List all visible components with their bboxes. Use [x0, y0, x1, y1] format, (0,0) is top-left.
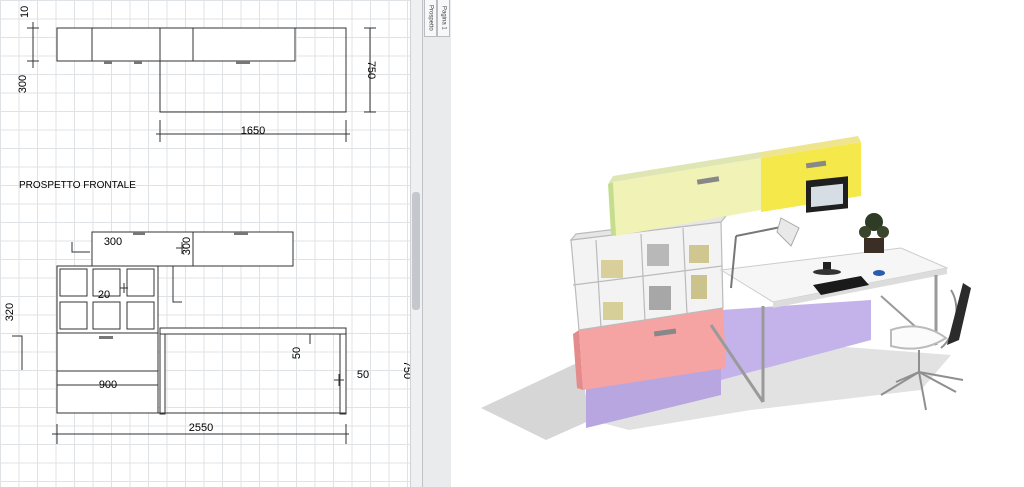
drawing-canvas[interactable]: 10 300 750 1650 PROSPETTO FRONTALE 300 3… — [0, 0, 410, 487]
desk-lamp — [730, 235, 737, 289]
dim-leg-offset: 50 — [357, 369, 369, 381]
desk-top-front — [159, 327, 347, 335]
dim-top-left: 300 — [17, 75, 29, 93]
dim-drawer-width: 900 — [99, 379, 117, 391]
floor-shadow — [481, 362, 591, 440]
dim-top-depth: 10 — [19, 6, 31, 18]
tab-prospetto[interactable]: Prospetto — [424, 0, 437, 37]
scrollbar-thumb[interactable] — [412, 192, 420, 310]
drawer-unit-front — [56, 332, 159, 414]
dim-total-height: 750 — [401, 361, 410, 379]
dim-total-width: 2550 — [189, 422, 213, 434]
dim-shelf-height: 300 — [181, 237, 193, 255]
wall-unit-outline — [56, 27, 296, 62]
dim-gap: 20 — [98, 289, 110, 301]
render-viewport[interactable] — [451, 0, 1024, 487]
section-label: PROSPETTO FRONTALE — [19, 180, 136, 191]
technical-drawing: 10 300 750 1650 PROSPETTO FRONTALE 300 3… — [4, 6, 410, 444]
top-view — [56, 27, 347, 113]
furniture-render — [481, 136, 971, 440]
dim-top-width: 1650 — [241, 125, 265, 137]
pane-divider[interactable]: Prospetto Pagina 1 — [422, 0, 452, 487]
dim-desk-thickness: 50 — [291, 347, 303, 359]
plant-pot — [864, 238, 884, 253]
dim-side: 320 — [4, 303, 16, 321]
dim-top-height: 750 — [365, 61, 377, 79]
dim-shelf-depth: 300 — [104, 236, 122, 248]
mouse — [873, 270, 885, 276]
tab-pagina-1[interactable]: Pagina 1 — [437, 0, 450, 37]
